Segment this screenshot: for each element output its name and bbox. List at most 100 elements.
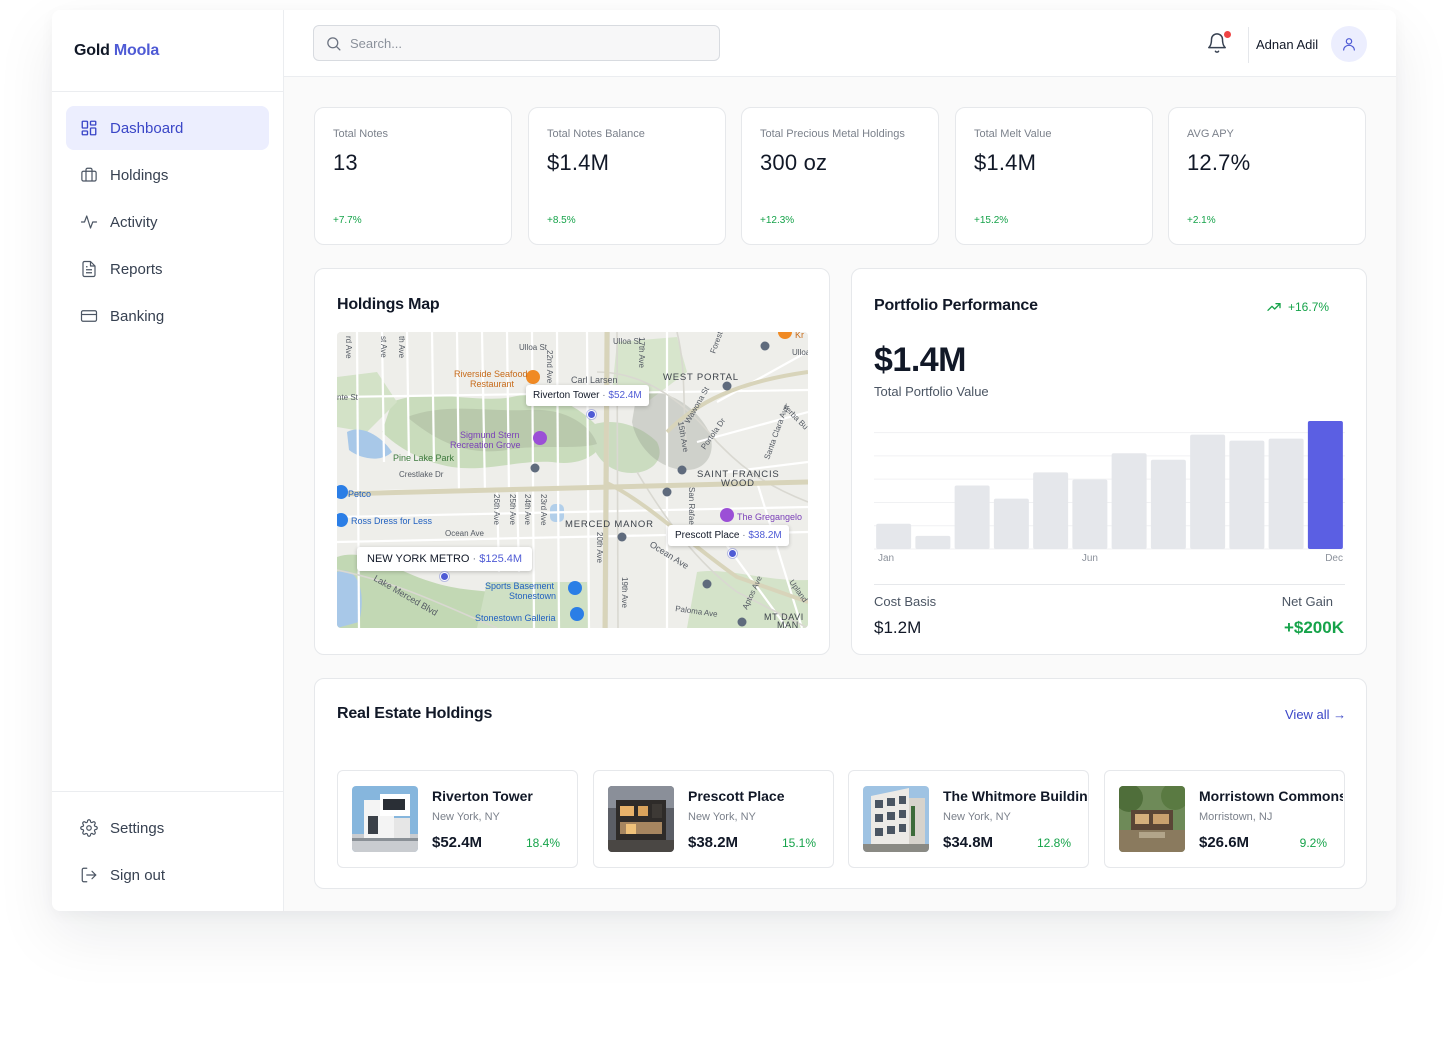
chart-bar-aug[interactable] [1150,459,1186,549]
chart-bar-jul[interactable] [1111,453,1147,549]
property-name: Riverton Tower [432,788,533,804]
stat-value: 13 [333,150,358,175]
property-name: The Whitmore Building [943,788,1087,804]
map-label: Kr [795,332,804,340]
portfolio-performance-card: Portfolio Performance +16.7% $1.4M Total… [851,268,1367,655]
property-card-riverton[interactable]: Riverton Tower New York, NY $52.4M 18.4% [337,770,578,868]
map-label: Restaurant [470,379,515,389]
chart-bar-may[interactable] [1033,472,1069,549]
credit-card-icon [80,310,98,322]
holdings-map-title: Holdings Map [337,296,440,313]
property-card-whitmore[interactable]: The Whitmore Building New York, NY $34.8… [848,770,1089,868]
topbar-divider [1248,27,1249,63]
sidebar-item-sign-out[interactable]: Sign out [66,853,269,897]
map-label: Sports Basement [485,581,555,591]
property-image-whitmore [863,786,929,852]
avatar[interactable] [1331,26,1367,62]
map-marker-label-riverton[interactable]: Riverton Tower · $52.4M [526,385,649,406]
property-return: 12.8% [1036,836,1071,850]
cost-basis-value: $1.2M [874,618,922,637]
sidebar-item-reports[interactable]: Reports [66,247,269,291]
sidebar-item-activity[interactable]: Activity [66,200,269,244]
stat-value: 12.7% [1187,150,1251,175]
view-all-link[interactable]: View all → [1285,707,1346,722]
property-card-morristown[interactable]: Morristown Commons Morristown, NJ $26.6M… [1104,770,1345,868]
sidebar: Gold Moola Dashboard Holdings Activity R… [52,10,284,911]
search-input[interactable] [350,35,690,51]
map-pin-prescott[interactable] [728,549,737,558]
gear-icon [80,819,98,837]
property-location: New York, NY [688,811,756,823]
sidebar-item-holdings[interactable]: Holdings [66,153,269,197]
map-label: 23rd Ave [539,494,548,526]
net-gain-label: Net Gain [1281,594,1333,609]
app-window: Gold Moola Dashboard Holdings Activity R… [52,10,1396,911]
sidebar-item-settings[interactable]: Settings [66,806,269,850]
trending-up-icon [1267,303,1281,311]
portfolio-divider [874,584,1345,585]
stat-label: Total Melt Value [974,128,1052,140]
net-gain-value: +$200K [1283,618,1344,637]
map-pin-riverton[interactable] [587,410,596,419]
cost-basis-label: Cost Basis [874,594,937,609]
map-label: Carl Larsen [571,375,618,385]
holdings-map[interactable]: Riverside Seafood Restaurant Carl Larsen… [337,332,808,628]
property-name: Prescott Place [688,788,785,804]
map-label: Stonestown [509,591,556,601]
chart-bar-jan[interactable] [876,523,912,549]
property-return: 9.2% [1299,836,1327,850]
map-label: Crestlake Dr [399,470,444,479]
property-value: $34.8M [943,834,994,851]
map-label: Pine Lake Park [393,453,455,463]
marker-name: Riverton Tower [533,390,600,401]
map-marker-label-prescott[interactable]: Prescott Place · $38.2M [668,525,789,546]
brand-name-part2: Moola [113,42,160,59]
brand-name-part1: Gold [74,42,110,59]
map-pin-ny-metro[interactable] [440,572,449,581]
sidebar-item-label: Activity [110,213,158,231]
map-label: Ocean Ave [445,529,485,538]
search-icon [327,36,341,51]
activity-icon [80,215,98,229]
property-card-prescott[interactable]: Prescott Place New York, NY $38.2M 15.1% [593,770,834,868]
property-image-morristown [1119,786,1185,852]
search-box[interactable] [313,25,720,61]
map-label: st Ave [379,336,388,358]
marker-value: $125.4M [479,553,523,565]
map-label: 25th Ave [508,494,517,526]
chart-bar-sep[interactable] [1190,434,1226,549]
marker-value: $52.4M [608,390,642,401]
portfolio-value: $1.4M [874,341,967,379]
chart-bar-oct[interactable] [1229,440,1265,549]
stat-label: Total Notes Balance [547,128,645,140]
brand-logo[interactable]: Gold Moola [74,42,159,60]
holdings-map-card: Holdings Map Riverside Seafood Restauran… [314,268,830,655]
sidebar-item-label: Dashboard [110,119,184,137]
chart-bar-mar[interactable] [954,485,990,549]
map-marker-label-ny-metro[interactable]: NEW YORK METRO · $125.4M [357,547,533,571]
chart-tick-label: Dec [1325,553,1343,564]
sidebar-item-label: Holdings [110,166,169,184]
portfolio-change-badge: +16.7% [1266,299,1329,315]
map-label: 20th Ave [595,532,604,564]
map-label: San Rafael [687,487,696,527]
user-icon [1343,38,1355,51]
map-label: Ross Dress for Less [351,516,433,526]
sidebar-bottom-nav: Settings Sign out [66,806,269,900]
map-canvas[interactable]: Riverside Seafood Restaurant Carl Larsen… [337,332,808,628]
chart-bar-dec[interactable] [1307,421,1343,549]
property-return: 15.1% [781,836,816,850]
stat-value: $1.4M [547,150,610,175]
map-label: 19th Ave [620,577,629,609]
stat-change: +8.5% [547,215,576,226]
map-label: 17th Ave [637,337,646,369]
chart-bar-nov[interactable] [1268,438,1304,549]
chart-bar-apr[interactable] [993,498,1029,549]
sidebar-item-banking[interactable]: Banking [66,294,269,338]
chart-tick-label: Jan [878,553,894,564]
sidebar-item-label: Settings [110,819,165,837]
sidebar-item-dashboard[interactable]: Dashboard [66,106,269,150]
chart-bar-feb[interactable] [915,535,951,549]
chart-bar-jun[interactable] [1072,479,1108,549]
user-name[interactable]: Adnan Adil [1256,37,1318,52]
